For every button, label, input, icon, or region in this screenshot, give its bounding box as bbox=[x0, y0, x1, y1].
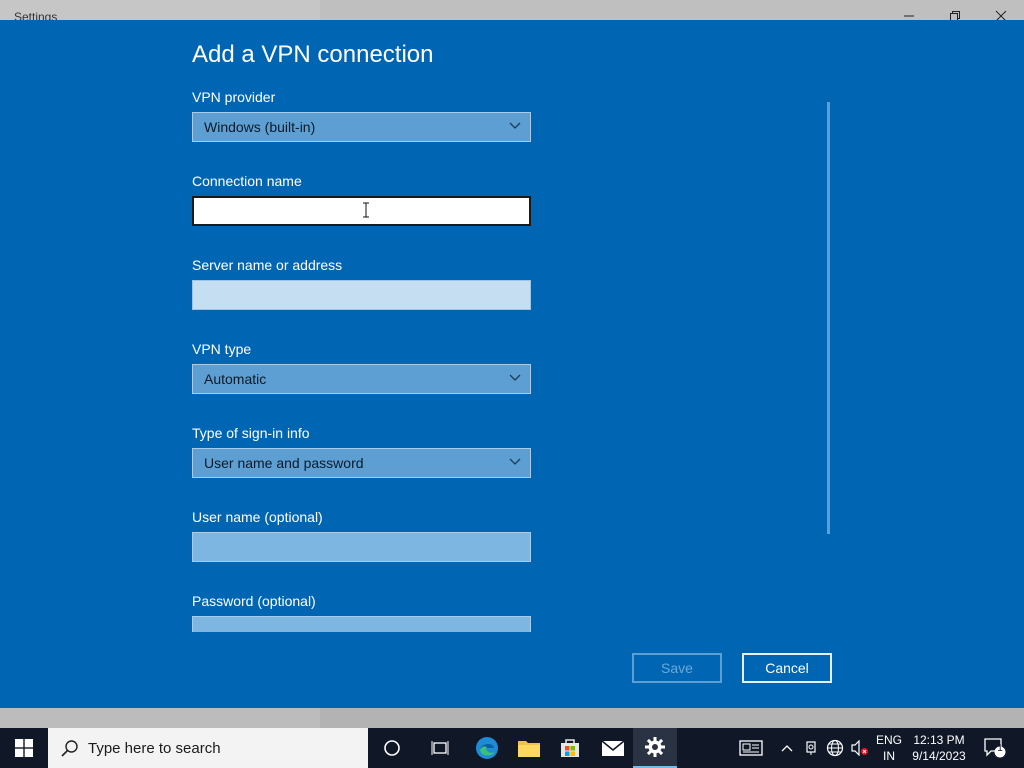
file-explorer-button[interactable] bbox=[507, 728, 551, 768]
chevron-down-icon bbox=[509, 458, 521, 465]
clock-date: 9/14/2023 bbox=[912, 749, 966, 763]
sign-in-type-value: User name and password bbox=[204, 455, 364, 471]
settings-taskbar-button[interactable] bbox=[633, 728, 677, 768]
device-icon bbox=[806, 741, 816, 755]
vpn-type-label: VPN type bbox=[192, 341, 252, 357]
chevron-down-icon bbox=[509, 374, 521, 381]
server-input[interactable] bbox=[193, 281, 530, 309]
edge-icon bbox=[476, 737, 498, 759]
mail-button[interactable] bbox=[591, 728, 635, 768]
vpn-type-value: Automatic bbox=[204, 371, 267, 387]
vpn-provider-select[interactable]: Windows (built-in) bbox=[192, 112, 531, 142]
language-region: IN bbox=[883, 749, 895, 763]
sign-in-type-label: Type of sign-in info bbox=[192, 425, 310, 441]
username-input[interactable] bbox=[193, 533, 530, 561]
save-button[interactable]: Save bbox=[632, 653, 722, 683]
mail-icon bbox=[601, 740, 625, 756]
notification-count: 1 bbox=[997, 743, 1003, 754]
taskbar: Type here to search ENG IN 12:13 PM 9/14… bbox=[0, 728, 1024, 768]
username-label: User name (optional) bbox=[192, 509, 323, 525]
volume-muted-icon bbox=[851, 740, 868, 756]
connection-name-label: Connection name bbox=[192, 173, 302, 189]
store-icon bbox=[561, 739, 579, 757]
password-input[interactable] bbox=[193, 617, 530, 633]
clock[interactable]: 12:13 PM 9/14/2023 bbox=[906, 732, 972, 764]
server-label: Server name or address bbox=[192, 257, 343, 273]
window-bottom-strip bbox=[0, 708, 1024, 728]
device-tray-button[interactable] bbox=[800, 728, 822, 768]
chevron-up-icon bbox=[781, 745, 793, 752]
action-center-button[interactable]: 1 bbox=[978, 728, 1012, 768]
clock-time: 12:13 PM bbox=[913, 733, 965, 747]
task-view-button[interactable] bbox=[418, 728, 462, 768]
vpn-provider-value: Windows (built-in) bbox=[204, 119, 316, 135]
settings-icon bbox=[645, 737, 665, 757]
news-button[interactable] bbox=[736, 728, 766, 768]
store-button[interactable] bbox=[548, 728, 592, 768]
chevron-down-icon bbox=[509, 122, 521, 129]
scrollbar[interactable] bbox=[827, 102, 830, 534]
vpn-provider-label: VPN provider bbox=[192, 89, 276, 105]
start-button[interactable] bbox=[0, 728, 48, 768]
sign-in-type-select[interactable]: User name and password bbox=[192, 448, 531, 478]
taskbar-search-box[interactable]: Type here to search bbox=[48, 728, 368, 768]
password-label: Password (optional) bbox=[192, 593, 316, 609]
windows-logo-icon bbox=[15, 739, 33, 757]
volume-button[interactable] bbox=[848, 728, 872, 768]
network-button[interactable] bbox=[823, 728, 847, 768]
search-icon bbox=[61, 740, 78, 757]
file-explorer-icon bbox=[518, 741, 540, 757]
task-view-icon bbox=[431, 741, 449, 755]
cortana-button[interactable] bbox=[370, 728, 414, 768]
cancel-button[interactable]: Cancel bbox=[742, 653, 832, 683]
news-icon bbox=[739, 740, 763, 756]
vpn-type-select[interactable]: Automatic bbox=[192, 364, 531, 394]
dialog-title: Add a VPN connection bbox=[192, 41, 434, 68]
search-placeholder: Type here to search bbox=[88, 740, 221, 757]
show-hidden-icons-button[interactable] bbox=[777, 728, 797, 768]
globe-network-icon bbox=[826, 739, 844, 757]
cortana-icon bbox=[384, 740, 400, 756]
language-indicator[interactable]: ENG IN bbox=[872, 732, 906, 764]
username-field[interactable] bbox=[192, 532, 531, 562]
text-cursor-icon bbox=[363, 202, 369, 218]
vpn-dialog: Add a VPN connection VPN provider Window… bbox=[0, 20, 1024, 708]
edge-button[interactable] bbox=[465, 728, 509, 768]
password-field[interactable] bbox=[192, 616, 531, 633]
server-field[interactable] bbox=[192, 280, 531, 310]
language-code: ENG bbox=[875, 733, 902, 747]
